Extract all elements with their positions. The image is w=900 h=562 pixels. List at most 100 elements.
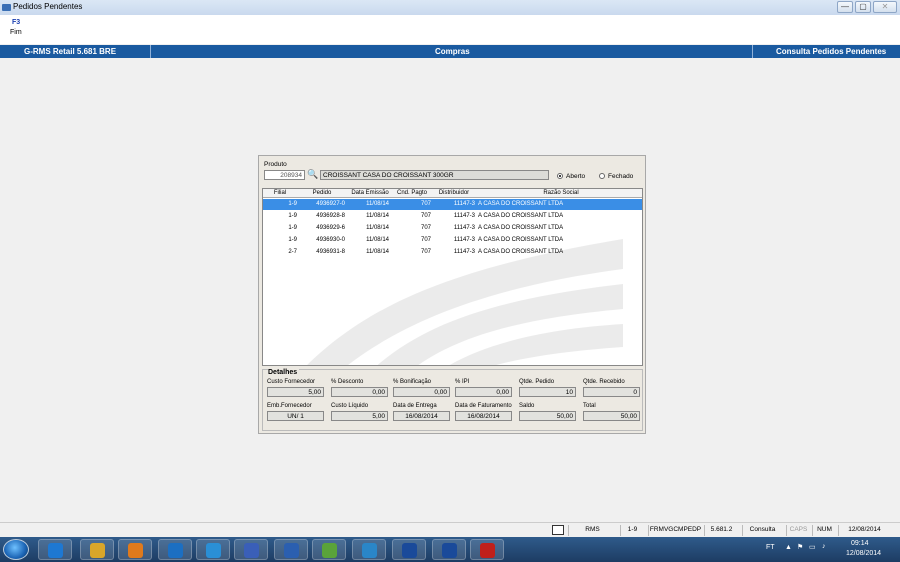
taskbar-app-ie-icon[interactable]	[38, 539, 72, 560]
detail-label: Custo Fornecedor	[267, 379, 316, 385]
exit-key: F3	[12, 19, 21, 26]
detail-label: % Desconto	[331, 379, 364, 385]
taskbar-app-media-icon[interactable]	[118, 539, 152, 560]
taskbar-app-outlook-icon[interactable]	[158, 539, 192, 560]
tray-network-icon[interactable]: ▭	[809, 543, 816, 551]
taskbar-app-skype-icon[interactable]	[352, 539, 386, 560]
cell-distribuidor: 11147-3	[453, 201, 475, 207]
status-cell: 1-9	[620, 525, 644, 536]
detail-value: 0,00	[455, 387, 512, 397]
col-cnd-pagto[interactable]: Cnd. Pagto	[393, 189, 431, 198]
col-pedido[interactable]: Pedido	[301, 189, 343, 198]
minimize-button[interactable]: —	[837, 1, 853, 13]
status-cell: RMS	[568, 525, 616, 536]
tray-flag-icon[interactable]: ⚑	[797, 543, 803, 551]
detail-value: 10	[519, 387, 576, 397]
cell-distribuidor: 11147-3	[453, 249, 475, 255]
close-button[interactable]: ✕	[873, 1, 897, 13]
maximize-button[interactable]: ▢	[855, 1, 871, 13]
binoculars-icon[interactable]: 🔍	[307, 169, 318, 180]
status-cell: FRMVGCMPEDP	[648, 525, 702, 536]
col-filial[interactable]: Filial	[263, 189, 297, 198]
table-row[interactable]: 1-9 4936927-0 11/08/14 707 11147-3 A CASA DO …	[263, 199, 642, 210]
taskbar-app-add-icon[interactable]	[312, 539, 346, 560]
taskbar-app-rms-icon[interactable]	[432, 539, 466, 560]
taskbar-app-glyph	[47, 543, 63, 558]
radio-open[interactable]: Aberto	[557, 173, 585, 180]
exit-label: Fim	[10, 29, 22, 36]
taskbar-app-glyph	[89, 543, 105, 558]
start-button[interactable]	[3, 539, 29, 560]
screen-name: Consulta Pedidos Pendentes	[776, 47, 887, 56]
detail-value: 16/08/2014	[455, 411, 512, 421]
module-name: Compras	[435, 47, 470, 56]
cell-pedido: 4936931-8	[316, 249, 345, 255]
title-bar: Pedidos Pendentes — ▢ ✕	[0, 0, 900, 15]
taskbar-app-lync-icon[interactable]	[196, 539, 230, 560]
table-row[interactable]: 1-9 4936928-8 11/08/14 707 11147-3 A CASA DO …	[263, 211, 642, 222]
taskbar-app-rms-icon[interactable]	[392, 539, 426, 560]
cell-cnd-pagto: 707	[420, 249, 431, 255]
cell-pedido: 4936929-6	[316, 225, 345, 231]
detail-label: % IPI	[455, 379, 470, 385]
taskbar-app-word-icon[interactable]	[274, 539, 308, 560]
detail-label: Total	[583, 403, 596, 409]
cell-pedido: 4936928-8	[316, 213, 345, 219]
detail-label: Emb.Fornecedor	[267, 403, 312, 409]
taskbar-app-link-icon[interactable]	[234, 539, 268, 560]
tray-language[interactable]: FT	[766, 544, 775, 551]
cell-data-emissao: 11/08/14	[366, 249, 389, 255]
product-description: CROISSANT CASA DO CROISSANT 300GR	[320, 170, 549, 180]
cell-razao-social: A CASA DO CROISSANT LTDA	[478, 201, 564, 207]
pending-orders-panel: Produto 208934 🔍 CROISSANT CASA DO CROIS…	[258, 155, 646, 434]
detail-value: UN/ 1	[267, 411, 324, 421]
taskbar-app-glyph	[283, 543, 299, 558]
taskbar-app-glyph	[127, 543, 143, 558]
cell-distribuidor: 11147-3	[453, 237, 475, 243]
cell-filial: 1-9	[288, 213, 297, 219]
status-cell: NUM	[812, 525, 836, 536]
taskbar-app-pdf-icon[interactable]	[470, 539, 504, 560]
status-cell: 12/08/2014	[838, 525, 890, 536]
cell-cnd-pagto: 707	[420, 201, 431, 207]
detail-label: Custo Líquido	[331, 403, 369, 409]
window-title: Pedidos Pendentes	[13, 2, 83, 11]
col-data-emissao[interactable]: Data Emissão	[347, 189, 393, 198]
cell-pedido: 4936927-0	[316, 201, 345, 207]
radio-closed-dot	[599, 173, 605, 179]
table-row[interactable]: 2-7 4936931-8 11/08/14 707 11147-3 A CASA DO …	[263, 247, 642, 258]
detail-value: 0,00	[331, 387, 388, 397]
function-key-bar: F3 Fim	[0, 15, 900, 44]
product-label: Produto	[264, 161, 287, 168]
cell-filial: 2-7	[288, 249, 297, 255]
table-row[interactable]: 1-9 4936930-0 11/08/14 707 11147-3 A CASA DO …	[263, 235, 642, 246]
table-row[interactable]: 1-9 4936929-6 11/08/14 707 11147-3 A CASA DO …	[263, 223, 642, 234]
tray-arrow-icon[interactable]: ▲	[785, 544, 792, 551]
taskbar-app-explorer-icon[interactable]	[80, 539, 114, 560]
cell-data-emissao: 11/08/14	[366, 237, 389, 243]
detail-value: 16/08/2014	[393, 411, 450, 421]
tray-time[interactable]: 09:14	[851, 540, 869, 547]
cell-filial: 1-9	[288, 225, 297, 231]
status-cell: Consulta	[742, 525, 782, 536]
tray-date[interactable]: 12/08/2014	[846, 550, 881, 557]
orders-table: Filial Pedido Data Emissão Cnd. Pagto Di…	[262, 188, 643, 366]
detail-label: Qtde. Recebido	[583, 379, 625, 385]
col-razao-social[interactable]: Razão Social	[477, 189, 642, 198]
status-window-icon	[552, 525, 564, 535]
radio-closed[interactable]: Fechado	[599, 173, 633, 180]
cell-cnd-pagto: 707	[420, 213, 431, 219]
cell-filial: 1-9	[288, 237, 297, 243]
app-version: G-RMS Retail 5.681 BRE	[24, 47, 117, 56]
radio-closed-label: Fechado	[608, 173, 634, 180]
col-distribuidor[interactable]: Distribuidor	[433, 189, 475, 198]
cell-data-emissao: 11/08/14	[366, 225, 389, 231]
cell-razao-social: A CASA DO CROISSANT LTDA	[478, 213, 564, 219]
tray-volume-icon[interactable]: ♪	[822, 543, 826, 550]
taskbar-app-glyph	[479, 543, 495, 558]
taskbar-app-glyph	[401, 543, 417, 558]
detail-label: Saldo	[519, 403, 535, 409]
product-code-input[interactable]: 208934	[264, 170, 305, 180]
taskbar-app-glyph	[361, 543, 377, 558]
table-header: Filial Pedido Data Emissão Cnd. Pagto Di…	[263, 189, 642, 198]
